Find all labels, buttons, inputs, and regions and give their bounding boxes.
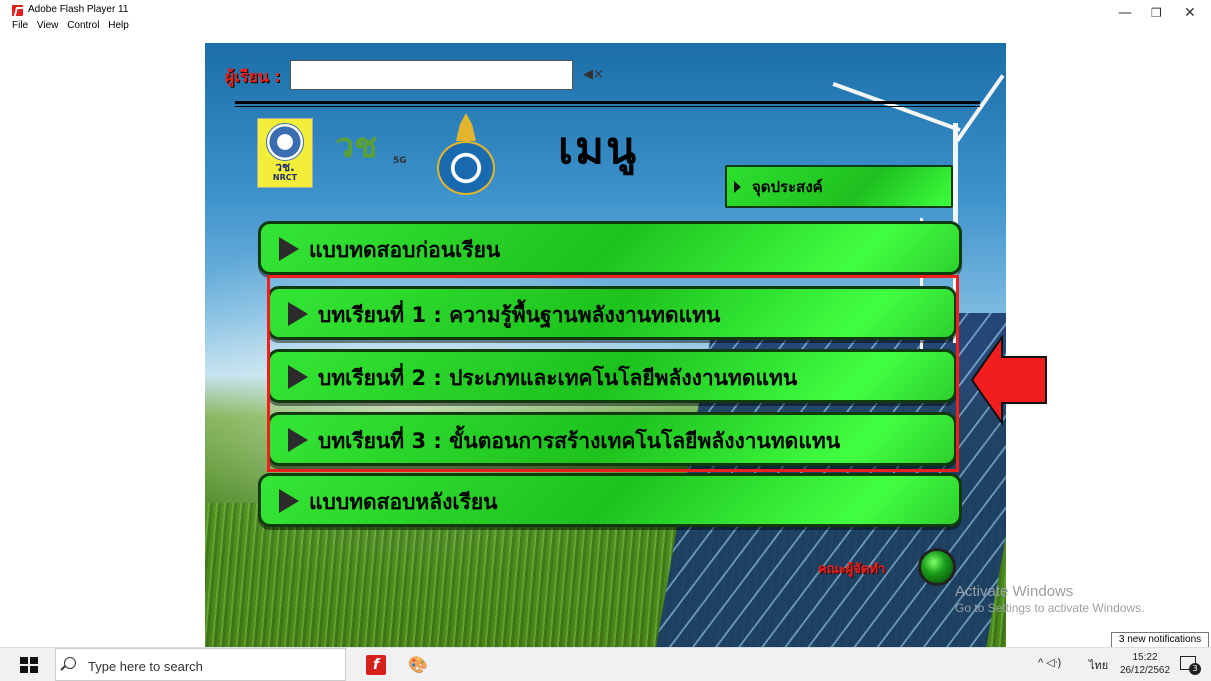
menubar: File View Control Help [12,20,135,34]
learner-name-input[interactable] [290,60,573,90]
activate-title: Activate Windows [955,583,1074,600]
paint-taskbar-icon[interactable]: 🎨 [408,655,430,675]
university-seal-icon [437,141,495,195]
divider [235,106,980,107]
nrct-logo: วช. NRCT [257,118,313,188]
learner-label: ผู้เรียน : [225,67,281,86]
university-logo [435,113,497,195]
notification-count: 3 [1189,663,1201,675]
posttest-label: แบบทดสอบหลังเรียน [309,490,498,514]
objective-button[interactable]: จุดประสงค์ [725,165,953,208]
lesson-highlight-box [267,275,959,472]
nrct-seal-icon [266,123,304,161]
menu-control[interactable]: Control [67,20,99,31]
notification-center-icon[interactable]: 3 [1180,656,1201,675]
minimize-button[interactable]: — [1118,6,1132,20]
pretest-label: แบบทดสอบก่อนเรียน [309,238,501,262]
flash-player-taskbar-icon[interactable]: f [366,655,386,675]
crown-icon [456,113,476,141]
notification-toast[interactable]: 3 new notifications [1111,632,1209,648]
credits-button[interactable] [918,548,956,586]
pretest-button[interactable]: แบบทดสอบก่อนเรียน [258,221,962,275]
5g-logo-badge: 5G [393,156,407,166]
restore-button[interactable]: ❐ [1151,6,1162,20]
5g-logo: วช 5G [335,128,415,183]
search-icon [64,657,76,669]
objective-button-label: จุดประสงค์ [752,178,823,196]
window-titlebar: Adobe Flash Player 11 — ❐ ✕ [0,0,1211,20]
windows-start-icon[interactable] [20,657,38,673]
divider [235,101,980,104]
activate-subtitle: Go to Settings to activate Windows. [955,601,1145,615]
menu-file[interactable]: File [12,20,28,31]
language-indicator[interactable]: ไทย [1089,656,1108,674]
play-arrow-icon [279,237,299,261]
flash-stage: ผู้เรียน : ◀× วช. NRCT วช 5G เมนู จุดประ… [205,43,1006,647]
tray-icons[interactable]: ^ ◁ᐧ) [1038,656,1061,669]
menu-help[interactable]: Help [108,20,129,31]
search-placeholder: Type here to search [88,659,203,674]
credits-label: คณะผู้จัดทำ [818,562,886,577]
taskbar: Type here to search f 🎨 ^ ◁ᐧ) ไทย 15:22 … [0,647,1211,681]
page-title: เมนู [558,123,639,174]
left-arrow-icon [970,335,1047,425]
activate-windows-watermark: Activate Windows Go to Settings to activ… [955,583,1144,616]
close-button[interactable]: ✕ [1184,6,1196,20]
flash-player-icon [12,5,23,16]
clock[interactable]: 15:22 26/12/2562 [1120,651,1170,677]
clock-date: 26/12/2562 [1120,665,1171,676]
posttest-button[interactable]: แบบทดสอบหลังเรียน [258,473,962,527]
play-arrow-icon [734,181,741,193]
nrct-logo-text: วช. [275,160,295,174]
play-arrow-icon [279,489,299,513]
clock-time: 15:22 [1132,652,1158,663]
taskbar-search-box[interactable]: Type here to search [55,648,346,681]
menu-view[interactable]: View [37,20,59,31]
nrct-logo-subtext: NRCT [272,173,298,182]
window-title: Adobe Flash Player 11 [28,4,129,15]
speaker-muted-icon[interactable]: ◀× [583,67,604,82]
